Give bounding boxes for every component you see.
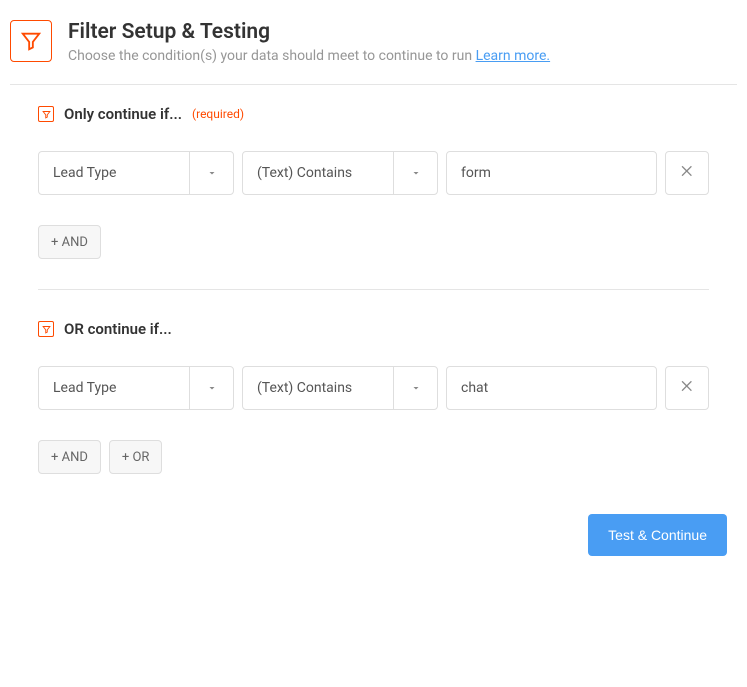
operator-select[interactable]: (Text) Contains	[242, 366, 438, 410]
add-or-button[interactable]: + OR	[109, 440, 163, 474]
chevron-down-icon	[189, 152, 233, 194]
filter-icon	[38, 321, 54, 337]
value-input[interactable]: form	[446, 151, 657, 195]
field-select-value: Lead Type	[39, 380, 189, 396]
filter-group: OR continue if... Lead Type (Text) Contain…	[10, 320, 737, 474]
close-icon	[679, 378, 695, 398]
remove-condition-button[interactable]	[665, 151, 709, 195]
filter-group-title: Only continue if... (required)	[38, 105, 709, 123]
chevron-down-icon	[189, 367, 233, 409]
operator-select[interactable]: (Text) Contains	[242, 151, 438, 195]
add-and-button[interactable]: + AND	[38, 225, 101, 259]
field-select[interactable]: Lead Type	[38, 366, 234, 410]
filter-group-label: OR continue if...	[64, 320, 172, 338]
value-input-text: form	[461, 165, 491, 181]
condition-row: Lead Type (Text) Contains chat	[38, 366, 709, 410]
operator-select-value: (Text) Contains	[243, 380, 393, 396]
remove-condition-button[interactable]	[665, 366, 709, 410]
filter-icon	[10, 20, 52, 62]
filter-group-title: OR continue if...	[38, 320, 709, 338]
field-select[interactable]: Lead Type	[38, 151, 234, 195]
chevron-down-icon	[393, 367, 437, 409]
filter-icon	[38, 106, 54, 122]
operator-select-value: (Text) Contains	[243, 165, 393, 181]
chevron-down-icon	[393, 152, 437, 194]
page-header: Filter Setup & Testing Choose the condit…	[10, 20, 737, 85]
learn-more-link[interactable]: Learn more.	[476, 48, 551, 64]
close-icon	[679, 163, 695, 183]
page-title: Filter Setup & Testing	[68, 20, 550, 44]
required-badge: (required)	[192, 107, 244, 121]
field-select-value: Lead Type	[39, 165, 189, 181]
filter-group: Only continue if... (required) Lead Type (T…	[10, 105, 737, 259]
filter-group-label: Only continue if...	[64, 105, 182, 123]
value-input[interactable]: chat	[446, 366, 657, 410]
test-continue-button[interactable]: Test & Continue	[588, 514, 727, 556]
page-subtitle: Choose the condition(s) your data should…	[68, 48, 550, 64]
value-input-text: chat	[461, 380, 488, 396]
condition-row: Lead Type (Text) Contains form	[38, 151, 709, 195]
group-divider	[38, 289, 709, 290]
add-and-button[interactable]: + AND	[38, 440, 101, 474]
